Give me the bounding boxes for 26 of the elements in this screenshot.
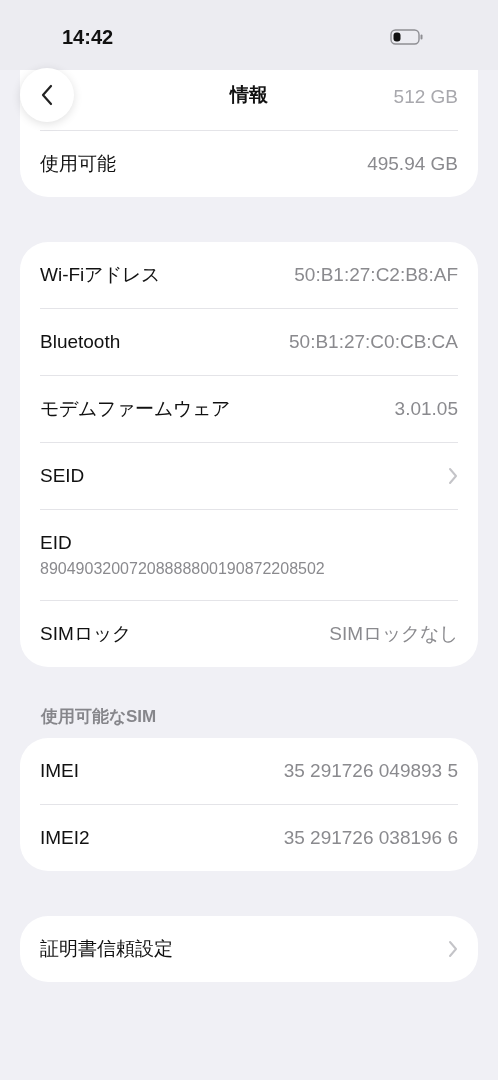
- row-value: 495.94 GB: [367, 153, 458, 175]
- row-label: SIMロック: [40, 622, 131, 646]
- row-label: Wi-Fiアドレス: [40, 263, 161, 287]
- row-value: 50:B1:27:C2:B8:AF: [294, 264, 458, 286]
- row-value: 50:B1:27:C0:CB:CA: [289, 331, 458, 353]
- back-chevron-icon: [40, 83, 54, 107]
- row-value: 89049032007208888800190872208502: [40, 560, 325, 578]
- row-label: 使用可能: [40, 152, 116, 176]
- row-label[interactable]: 証明書信頼設定: [40, 936, 173, 962]
- row-label[interactable]: SEID: [40, 465, 85, 487]
- page-title: 情報: [228, 83, 269, 107]
- row-value: 3.01.05: [394, 398, 458, 420]
- row-label: Bluetooth: [40, 331, 121, 353]
- row-label: IMEI2: [40, 827, 90, 849]
- chevron-right-icon[interactable]: [448, 467, 458, 485]
- status-time: 14:42: [62, 25, 114, 49]
- row-value: 35 291726 049893 5: [283, 760, 458, 782]
- row-label: EID: [40, 532, 72, 554]
- row-label: IMEI: [40, 760, 80, 782]
- battery-icon: [390, 29, 424, 45]
- row-label: モデムファームウェア: [40, 397, 230, 421]
- row-value: 35 291726 038196 6: [283, 827, 458, 849]
- chevron-right-icon[interactable]: [448, 940, 458, 958]
- section-header: 使用可能なSIM: [40, 706, 158, 728]
- row-value: 512 GB: [393, 86, 458, 108]
- row-value: SIMロックなし: [329, 622, 458, 646]
